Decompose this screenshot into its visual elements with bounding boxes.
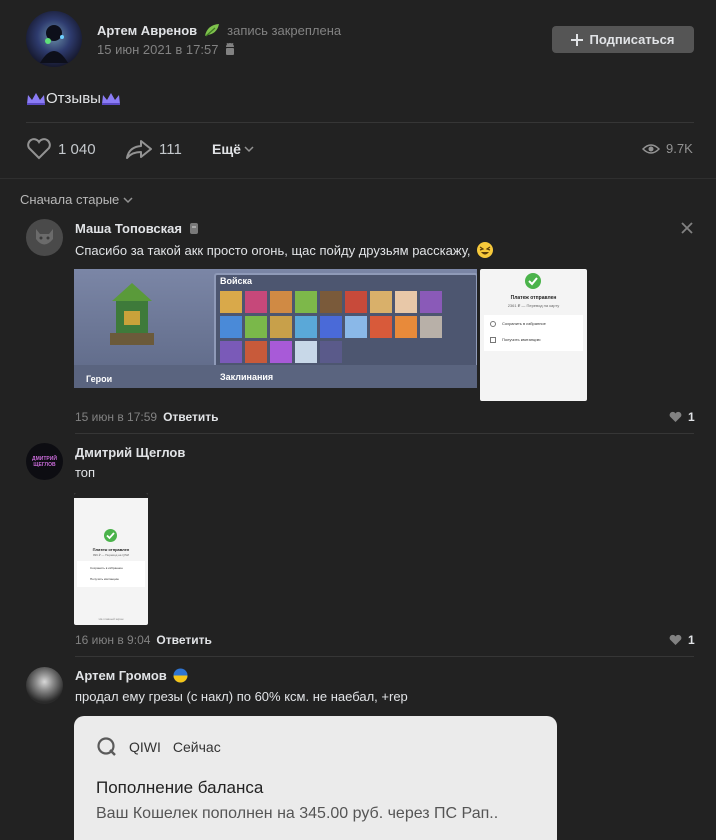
laughing-emoji-icon [476,242,493,258]
avatar-figure-icon [40,25,68,63]
notification-title: Пополнение баланса [96,778,264,797]
payment-row-save: Сохранить в избранное [90,566,123,570]
comment-avatar[interactable] [26,667,63,704]
notification-app-name: QIWI [129,739,161,755]
comment-text: продал ему грезы (с накл) по 60% ксм. не… [75,689,408,704]
spells-label: Заклинания [220,372,274,382]
notification-body: Ваш Кошелек пополнен на 345.00 руб. чере… [96,805,499,822]
payment-title: Платеж отправлен [510,295,557,301]
comment-likes-count: 1 [688,633,695,647]
comment-like-button[interactable]: 1 [669,410,695,424]
comment-author[interactable]: Маша Топовская [75,221,182,236]
chevron-down-icon [123,196,133,203]
game-screenshot[interactable]: Войска Герои Заклинания [74,269,477,388]
troops-label: Войска [220,276,253,286]
actions-divider [0,178,716,179]
post-author-name[interactable]: Артем Авренов [97,23,197,38]
post-text: Отзывы [46,90,101,107]
comment-likes-count: 1 [688,410,695,424]
comment-author[interactable]: Дмитрий Щеглов [75,445,185,460]
qiwi-logo-icon [97,737,116,756]
comment-author[interactable]: Артем Громов [75,668,167,683]
notification-time: Сейчас [172,739,221,755]
heart-icon [669,411,682,422]
like-button[interactable]: 1 040 [26,138,96,160]
payment-subtitle: 2361 ₽ — Перевод на карту [507,303,560,308]
payment-footer: На главный экран [98,617,124,621]
shares-count: 111 [159,140,182,158]
views-counter: 9.7K [642,141,693,156]
check-circle-icon [104,529,117,542]
post-date[interactable]: 15 июн 2021 в 17:57 [97,42,218,57]
payment-row-save: Сохранить в избранное [502,321,546,326]
close-icon[interactable] [681,222,693,234]
check-circle-icon [525,273,541,289]
heart-icon [669,634,682,645]
sort-dropdown[interactable]: Сначала старые [20,192,133,207]
post-divider [26,122,694,123]
pinned-label: запись закреплена [227,22,342,38]
ukraine-flag-icon [173,668,188,683]
comment-date[interactable]: 15 июн в 17:59 [75,410,157,424]
comment-like-button[interactable]: 1 [669,633,695,647]
crown-emoji-icon [27,92,45,105]
crown-emoji-icon [101,92,120,105]
comment-avatar[interactable]: ДМИТРИЙ ЩЕГЛОВ [26,443,63,480]
payment-subtitle: 999 ₽ — Перевод на QIWI [92,553,130,557]
heroes-label: Герои [86,374,113,384]
comment-text: топ [75,465,96,480]
payment-row-receipt: Получить квитанцию [90,577,119,581]
qiwi-notification-screenshot[interactable]: QIWI Сейчас Пополнение баланса Ваш Кошел… [74,716,557,840]
chevron-down-icon [244,146,254,153]
likes-count: 1 040 [58,140,96,158]
badge-icon [189,222,198,234]
payment-screenshot[interactable]: Платеж отправлен 2361 ₽ — Перевод на кар… [480,269,587,401]
subscribe-label: Подписаться [589,32,675,47]
avatar-logo-text: ДМИТРИЙ ЩЕГЛОВ [32,455,57,468]
more-label: Ещё [212,141,241,157]
plus-icon [571,33,584,46]
author-avatar[interactable] [26,11,82,67]
reply-button[interactable]: Ответить [163,410,218,424]
eye-icon [642,143,660,154]
subscribe-button[interactable]: Подписаться [552,26,694,53]
comment-text: Спасибо за такой акк просто огонь, щас п… [75,242,471,258]
comment-avatar[interactable] [26,219,63,256]
more-button[interactable]: Ещё [212,141,254,157]
payment-screenshot[interactable]: Платеж отправлен 999 ₽ — Перевод на QIWI… [74,493,148,625]
comment-date[interactable]: 16 июн в 9:04 [75,633,150,647]
comment-divider [75,433,694,434]
payment-row-receipt: Получить квитанцию [502,337,541,342]
payment-title: Платеж отправлен [92,547,130,552]
leaf-icon [205,24,220,37]
town-hall-icon [110,283,154,345]
dog-avatar-icon [36,229,53,245]
comment-divider [75,656,694,657]
views-count: 9.7K [666,141,693,156]
heart-icon [27,138,51,160]
reply-button[interactable]: Ответить [156,633,211,647]
sort-label: Сначала старые [20,192,120,207]
share-arrow-icon [126,140,152,159]
android-icon [226,42,235,55]
share-button[interactable]: 111 [125,138,182,160]
